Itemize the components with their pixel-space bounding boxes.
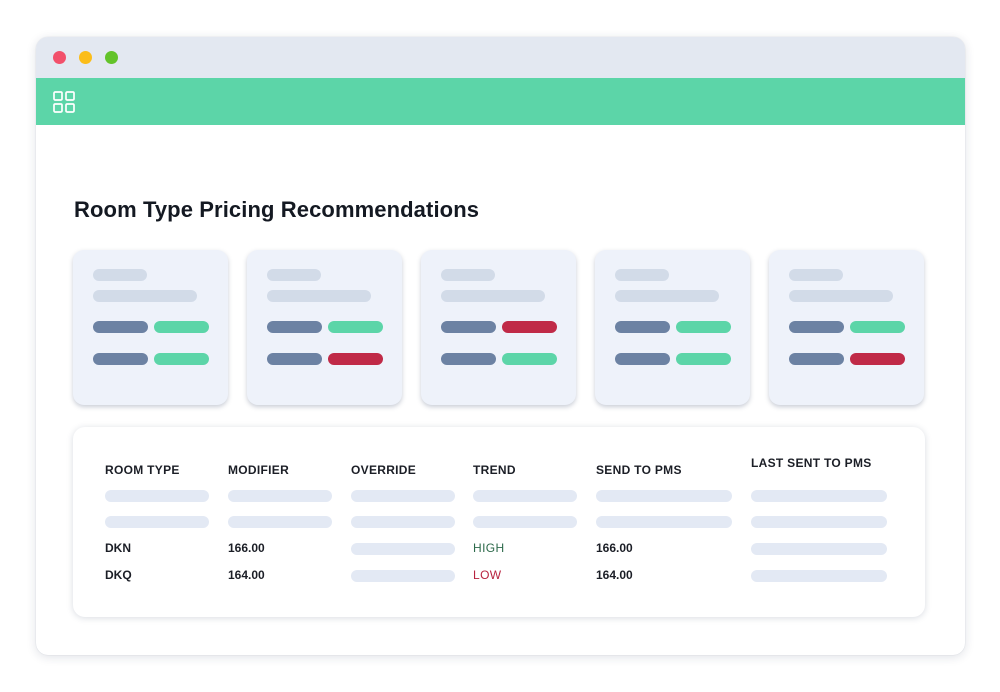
- override-input[interactable]: [351, 570, 455, 582]
- table-cell-placeholder: [751, 490, 887, 502]
- card-metric-positive-indicator: [676, 321, 731, 333]
- card-metric-label-placeholder: [267, 353, 322, 365]
- column-header-modifier[interactable]: MODIFIER: [228, 463, 289, 477]
- card-title-placeholder: [789, 269, 843, 281]
- card-metric-label-placeholder: [441, 353, 496, 365]
- table-cell-placeholder: [473, 516, 577, 528]
- maximize-window-button[interactable]: [105, 51, 118, 64]
- table-cell-placeholder: [596, 516, 732, 528]
- table-cell-placeholder: [351, 490, 455, 502]
- card-subtitle-placeholder: [267, 290, 371, 302]
- close-window-button[interactable]: [53, 51, 66, 64]
- card-metric-negative-indicator: [328, 353, 383, 365]
- table-cell-room-type: DKN: [105, 541, 131, 555]
- pricing-card[interactable]: [73, 250, 228, 405]
- card-subtitle-placeholder: [93, 290, 197, 302]
- column-header-trend[interactable]: TREND: [473, 463, 516, 477]
- table-cell-placeholder: [473, 490, 577, 502]
- column-header-last-sent-to-pms[interactable]: LAST SENT TO PMS: [751, 456, 872, 470]
- card-title-placeholder: [441, 269, 495, 281]
- card-metric-label-placeholder: [615, 353, 670, 365]
- apps-grid-icon[interactable]: [52, 90, 76, 114]
- table-cell-modifier: 166.00: [228, 541, 265, 555]
- card-metric-positive-indicator: [850, 321, 905, 333]
- pricing-card[interactable]: [421, 250, 576, 405]
- table-cell-placeholder: [751, 516, 887, 528]
- table-cell-send-to-pms: 166.00: [596, 541, 633, 555]
- pricing-table: ROOM TYPE MODIFIER OVERRIDE TREND SEND T…: [73, 427, 925, 617]
- table-cell-placeholder: [105, 490, 209, 502]
- card-metric-negative-indicator: [850, 353, 905, 365]
- card-metric-label-placeholder: [789, 321, 844, 333]
- card-title-placeholder: [267, 269, 321, 281]
- pricing-card[interactable]: [769, 250, 924, 405]
- table-cell-room-type: DKQ: [105, 568, 132, 582]
- table-cell-placeholder: [228, 490, 332, 502]
- card-subtitle-placeholder: [789, 290, 893, 302]
- card-metric-positive-indicator: [502, 353, 557, 365]
- table-cell-placeholder: [596, 490, 732, 502]
- column-header-send-to-pms[interactable]: SEND TO PMS: [596, 463, 682, 477]
- card-subtitle-placeholder: [615, 290, 719, 302]
- card-metric-positive-indicator: [154, 321, 209, 333]
- window-titlebar: [36, 37, 965, 78]
- table-cell-placeholder: [751, 570, 887, 582]
- minimize-window-button[interactable]: [79, 51, 92, 64]
- card-title-placeholder: [615, 269, 669, 281]
- table-cell-trend: HIGH: [473, 541, 505, 555]
- pricing-card[interactable]: [247, 250, 402, 405]
- card-metric-positive-indicator: [154, 353, 209, 365]
- app-toolbar: [36, 78, 965, 125]
- card-metric-label-placeholder: [789, 353, 844, 365]
- table-cell-placeholder: [751, 543, 887, 555]
- card-metric-negative-indicator: [502, 321, 557, 333]
- card-metric-positive-indicator: [676, 353, 731, 365]
- card-subtitle-placeholder: [441, 290, 545, 302]
- override-input[interactable]: [351, 543, 455, 555]
- table-cell-trend: LOW: [473, 568, 502, 582]
- column-header-room-type[interactable]: ROOM TYPE: [105, 463, 180, 477]
- card-metric-label-placeholder: [93, 321, 148, 333]
- table-cell-send-to-pms: 164.00: [596, 568, 633, 582]
- page-title: Room Type Pricing Recommendations: [74, 197, 480, 222]
- card-metric-positive-indicator: [328, 321, 383, 333]
- app-window: Room Type Pricing Recommendations ROOM T…: [36, 37, 965, 655]
- table-cell-placeholder: [351, 516, 455, 528]
- card-metric-label-placeholder: [267, 321, 322, 333]
- pricing-card[interactable]: [595, 250, 750, 405]
- table-cell-placeholder: [228, 516, 332, 528]
- card-metric-label-placeholder: [615, 321, 670, 333]
- card-metric-label-placeholder: [93, 353, 148, 365]
- table-cell-modifier: 164.00: [228, 568, 265, 582]
- card-metric-label-placeholder: [441, 321, 496, 333]
- card-title-placeholder: [93, 269, 147, 281]
- table-cell-placeholder: [105, 516, 209, 528]
- column-header-override[interactable]: OVERRIDE: [351, 463, 416, 477]
